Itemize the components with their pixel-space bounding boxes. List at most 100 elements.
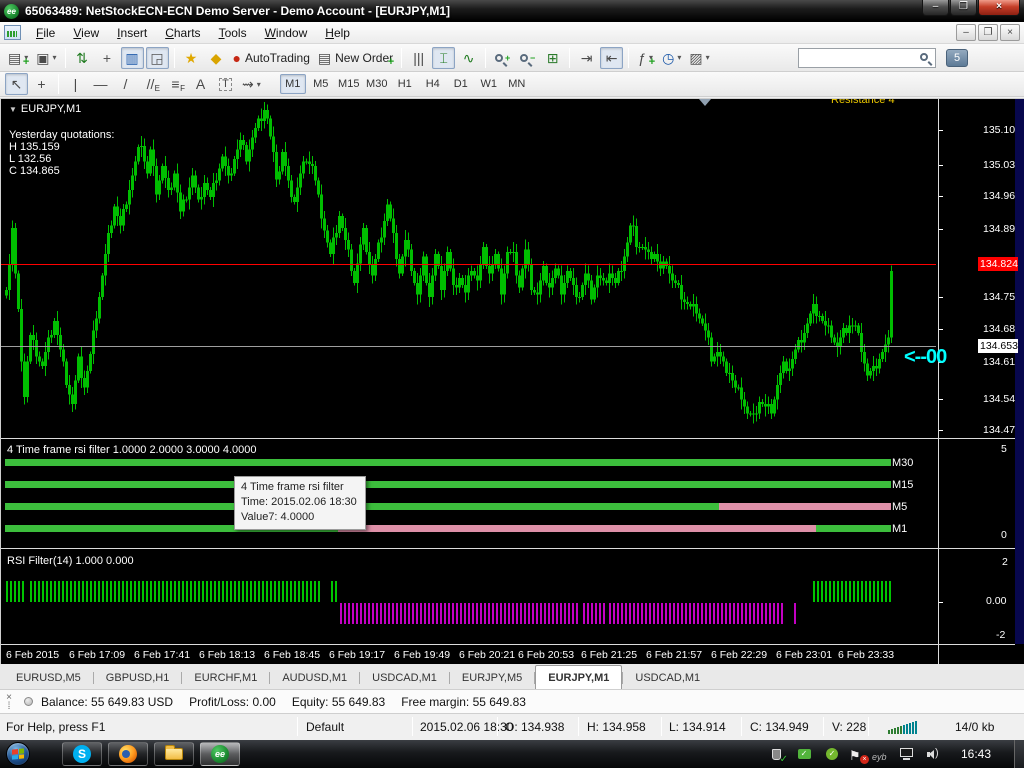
search-icon [920, 53, 928, 61]
time-axis-label: 6 Feb 17:09 [69, 649, 125, 661]
timeframe-d1-button[interactable]: D1 [448, 74, 474, 94]
child-close-button[interactable]: × [1000, 24, 1020, 41]
market-watch-button[interactable]: ⇅ [71, 47, 94, 69]
auto-scroll-button[interactable]: ⇥ [575, 47, 598, 69]
menu-item-help[interactable]: Help [316, 23, 359, 43]
menu-item-tools[interactable]: Tools [210, 23, 256, 43]
chart-tab-audusd-m1[interactable]: AUDUSD,M1 [270, 667, 359, 689]
window-splitter[interactable] [1, 438, 1024, 441]
volume-tray-icon[interactable]: ) [926, 747, 942, 762]
menu-item-view[interactable]: View [64, 23, 108, 43]
arrows-button[interactable]: ⇝▾ [239, 73, 264, 95]
chart-window-icon[interactable] [4, 25, 21, 40]
menu-item-insert[interactable]: Insert [108, 23, 156, 43]
chart-profiles-button[interactable]: ▣▾ [33, 47, 59, 69]
chart-shift-button[interactable]: ⇤ [600, 47, 623, 69]
chart-tab-usdcad-m1[interactable]: USDCAD,M1 [623, 667, 712, 689]
vertical-line-button[interactable]: | [64, 73, 87, 95]
highlighter-button[interactable]: ◆ [205, 47, 228, 69]
toolbar-separator [65, 48, 66, 68]
crosshair-button[interactable]: + [30, 73, 53, 95]
taskbar-mt4-button[interactable]: ee [200, 742, 240, 766]
terminal-button[interactable]: ◲ [146, 47, 169, 69]
taskbar-clock[interactable]: 16:43 [954, 740, 998, 768]
child-restore-button[interactable]: ❐ [978, 24, 998, 41]
child-minimize-button[interactable]: – [956, 24, 976, 41]
chart-tab-bar: EURUSD,M5GBPUSD,H1EURCHF,M1AUDUSD,M1USDC… [0, 664, 1024, 690]
chart-tab-eurjpy-m5[interactable]: EURJPY,M5 [450, 667, 534, 689]
chart-window[interactable]: ▼EURJPY,M1 Yesterday quotations: H 135.1… [0, 98, 1024, 664]
chart-plot[interactable] [1, 99, 936, 438]
taskbar-skype-button[interactable]: S [62, 742, 102, 766]
chart-tab-eurjpy-m1[interactable]: EURJPY,M1 [535, 665, 622, 689]
indicators-button[interactable]: ƒ+▾ [634, 47, 657, 69]
terminal-button-icon: ◲ [150, 51, 163, 65]
chart-tab-eurusd-m5[interactable]: EURUSD,M5 [4, 667, 93, 689]
eyb-tray-icon[interactable]: eyb [872, 747, 888, 762]
minimize-button[interactable]: – [922, 0, 949, 16]
notifications-badge[interactable]: 5 [946, 49, 968, 67]
timeframe-m5-button[interactable]: M5 [308, 74, 334, 94]
navigator-button[interactable]: ▥ [121, 47, 144, 69]
favorites-button[interactable]: ★ [180, 47, 203, 69]
timeframe-h1-button[interactable]: H1 [392, 74, 418, 94]
usb-tray-icon[interactable]: ✓ [768, 747, 784, 762]
timeframe-mn-button[interactable]: MN [504, 74, 530, 94]
network-tray-icon[interactable] [898, 747, 914, 762]
autotrading-button[interactable]: ●AutoTrading [230, 47, 313, 69]
timeframe-m1-button[interactable]: M1 [280, 74, 306, 94]
text-label-button[interactable]: T [214, 73, 237, 95]
symbol-label[interactable]: ▼EURJPY,M1 [9, 103, 81, 115]
show-desktop-button[interactable] [1014, 740, 1024, 768]
cursor-button[interactable]: ↖ [5, 73, 28, 95]
svg-text:M5: M5 [892, 501, 907, 513]
start-button[interactable] [6, 742, 30, 766]
timeframe-h4-button[interactable]: H4 [420, 74, 446, 94]
menu-item-file[interactable]: File [27, 23, 64, 43]
candlestick-chart-button[interactable]: ⌶ [432, 47, 455, 69]
bar-chart-button[interactable]: ||| [407, 47, 430, 69]
data-window-button[interactable]: + [96, 47, 119, 69]
low-price: L: 134.914 [669, 720, 726, 734]
terminal-close-icon[interactable]: ×⁞ [2, 693, 16, 711]
search-input[interactable] [798, 48, 936, 68]
line-chart-button[interactable]: ∿ [457, 47, 480, 69]
timeframe-m15-button[interactable]: M15 [336, 74, 362, 94]
timeframe-w1-button[interactable]: W1 [476, 74, 502, 94]
chart-tab-eurchf-m1[interactable]: EURCHF,M1 [182, 667, 269, 689]
menu-item-charts[interactable]: Charts [156, 23, 209, 43]
close-button[interactable]: × [978, 0, 1020, 16]
action-center-tray-icon[interactable]: ⚑ × [849, 747, 865, 762]
trendline-button[interactable]: / [114, 73, 137, 95]
connection-status-icon [24, 697, 33, 706]
mtf-rsi-indicator-pane[interactable]: M30M15M5M1 [1, 442, 936, 548]
fibonacci-button-icon: ≡ [171, 77, 179, 91]
equidistant-channel-button[interactable]: //E [139, 73, 162, 95]
zoom-out-button[interactable]: − [516, 47, 539, 69]
antivirus-tray-icon[interactable]: ✓ [824, 747, 840, 762]
app-logo-icon: ee [4, 4, 19, 19]
text-button[interactable]: A [189, 73, 212, 95]
new-order-button[interactable]: ▤+New Order [315, 47, 396, 69]
horizontal-line-button[interactable]: — [89, 73, 112, 95]
taskbar-firefox-button[interactable] [108, 742, 148, 766]
taskbar-explorer-button[interactable] [154, 742, 194, 766]
zoom-in-button[interactable]: + [491, 47, 514, 69]
chart-tab-usdcad-m1[interactable]: USDCAD,M1 [360, 667, 449, 689]
terminal-strip: ×⁞ Balance: 55 649.83 USDProfit/Loss: 0.… [0, 690, 1024, 714]
new-chart-button[interactable]: ▤+▾ [5, 47, 31, 69]
fibonacci-button[interactable]: ≡F [164, 73, 187, 95]
chart-tab-gbpusd-h1[interactable]: GBPUSD,H1 [94, 667, 182, 689]
menu-item-window[interactable]: Window [256, 23, 317, 43]
chart-shift-marker-icon[interactable] [699, 99, 711, 106]
periods-button[interactable]: ◷▾ [659, 47, 684, 69]
timeframe-m30-button[interactable]: M30 [364, 74, 390, 94]
restore-button[interactable]: ❐ [950, 0, 977, 16]
window-splitter[interactable] [1, 548, 1024, 551]
toolbar-separator [628, 48, 629, 68]
tile-windows-button[interactable]: ⊞ [541, 47, 564, 69]
time-axis-label: 6 Feb 18:13 [199, 649, 255, 661]
backup-tray-icon[interactable]: ✓ [796, 747, 812, 762]
rsi-filter-indicator-pane[interactable] [1, 552, 936, 644]
templates-button[interactable]: ▨▾ [686, 47, 712, 69]
